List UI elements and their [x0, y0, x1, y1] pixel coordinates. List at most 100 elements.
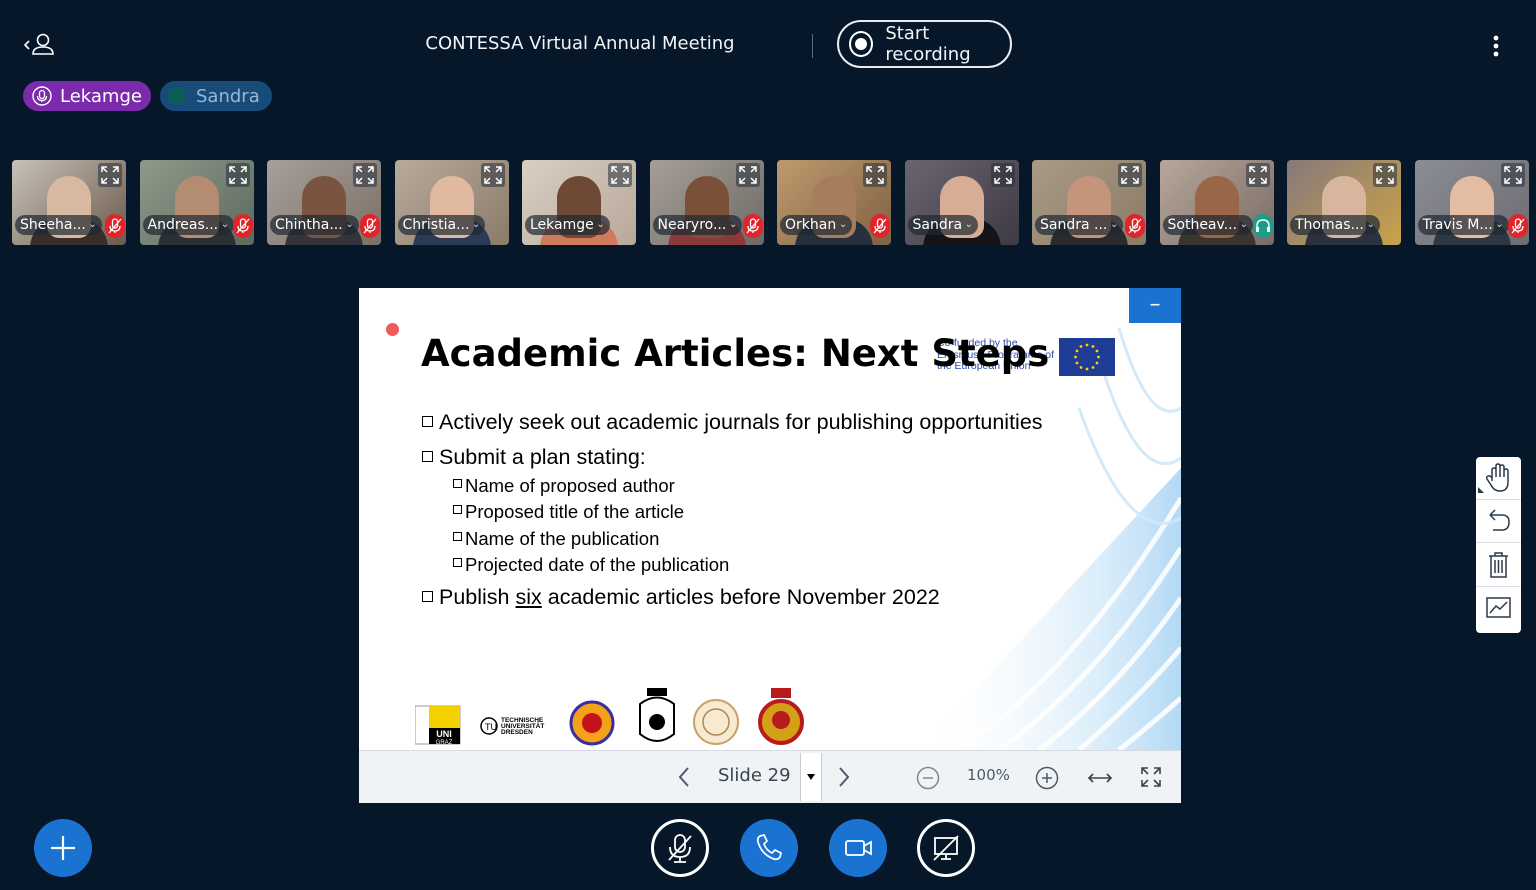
participant-name-dropdown[interactable]: Nearyro... ⌄ — [652, 215, 743, 235]
partner-logos: UNI GRAZ TU TECHNISCHE UNIVERSITÄT DRESD… — [415, 688, 804, 746]
participant-video-tile[interactable]: Orkhan ⌄ — [777, 160, 891, 245]
fit-width-icon[interactable] — [1087, 768, 1113, 792]
participant-name: Sotheav... — [1167, 217, 1238, 233]
webcam-strip: Sheeha... ⌄ Andreas... ⌄ Chintha... ⌄ Christia… — [0, 0, 1536, 250]
expand-icon[interactable] — [1118, 163, 1142, 187]
screen-share-off-icon — [933, 835, 959, 861]
expand-icon[interactable] — [353, 163, 377, 187]
previous-slide-icon[interactable] — [677, 765, 691, 793]
eu-flag-icon — [1059, 338, 1115, 376]
sub-bullet-item: Proposed title of the article — [453, 501, 684, 523]
tu-dresden-logo: TU TECHNISCHE UNIVERSITÄT DRESDEN — [480, 717, 544, 736]
participant-name: Orkhan — [785, 217, 837, 233]
minimize-presentation-button[interactable]: – — [1129, 288, 1181, 323]
svg-text:TU: TU — [485, 722, 497, 732]
participant-name: Christia... — [402, 217, 470, 233]
sub-bullet-item: Projected date of the publication — [453, 554, 729, 576]
expand-icon[interactable] — [98, 163, 122, 187]
zoom-out-icon[interactable] — [916, 766, 940, 794]
pointer-dot — [386, 323, 399, 336]
participant-video-tile[interactable]: Travis M... ⌄ — [1414, 160, 1529, 245]
participant-name: Chintha... — [275, 217, 343, 233]
zoom-in-icon[interactable] — [1035, 766, 1059, 794]
slide-number[interactable]: Slide 29 — [718, 765, 791, 786]
checkbox-bullet-icon — [453, 532, 462, 541]
participant-video-tile[interactable]: Andreas... ⌄ — [139, 160, 254, 245]
actions-plus-button[interactable] — [34, 819, 92, 877]
expand-icon[interactable] — [1373, 163, 1397, 187]
plus-icon — [51, 836, 75, 860]
headphones-icon — [1252, 214, 1273, 238]
chevron-down-icon: ⌄ — [1239, 219, 1249, 230]
zoom-level: 100% — [967, 766, 1010, 784]
participant-video-tile[interactable]: Lekamge ⌄ — [522, 160, 636, 245]
multi-user-whiteboard-icon[interactable] — [1476, 587, 1521, 629]
checkbox-bullet-icon — [422, 591, 433, 602]
unmute-button[interactable] — [651, 819, 709, 877]
participant-name-dropdown[interactable]: Travis M... ⌄ — [1417, 215, 1509, 235]
undo-icon[interactable] — [1476, 500, 1521, 543]
participant-name-dropdown[interactable]: Christia... ⌄ — [397, 215, 486, 235]
participant-name-dropdown[interactable]: Sotheav... ⌄ — [1162, 215, 1254, 235]
participant-name-dropdown[interactable]: Sandra ... ⌄ — [1035, 215, 1124, 235]
participant-video-tile[interactable]: Chintha... ⌄ — [267, 160, 381, 245]
participant-name-dropdown[interactable]: Lekamge ⌄ — [525, 215, 610, 235]
checkbox-bullet-icon — [453, 479, 462, 488]
chevron-down-icon: ⌄ — [88, 219, 97, 230]
participant-video-tile[interactable]: Sandra ... ⌄ — [1032, 160, 1146, 245]
chevron-down-icon: ⌄ — [838, 219, 848, 230]
participant-name: Andreas... — [147, 217, 219, 233]
expand-icon[interactable] — [225, 163, 250, 187]
chevron-down-icon: ⌄ — [1366, 219, 1375, 230]
participant-name: Thomas... — [1295, 217, 1364, 233]
expand-icon[interactable] — [608, 163, 632, 187]
participant-video-tile[interactable]: Sheeha... ⌄ — [12, 160, 126, 245]
participant-name: Nearyro... — [657, 217, 727, 233]
expand-icon[interactable] — [735, 163, 760, 187]
muted-microphone-icon — [1507, 214, 1528, 238]
expand-icon[interactable] — [863, 163, 887, 187]
expand-icon[interactable] — [480, 163, 505, 187]
leave-audio-button[interactable] — [740, 819, 798, 877]
participant-video-tile[interactable]: Sandra ⌄ — [904, 160, 1019, 245]
participant-name-dropdown[interactable]: Chintha... ⌄ — [270, 215, 359, 235]
chevron-down-icon: ⌄ — [596, 219, 605, 230]
expand-icon[interactable] — [1245, 163, 1270, 187]
participant-video-tile[interactable]: Christia... ⌄ — [394, 160, 509, 245]
slide-title: Academic Articles: Next Steps — [421, 332, 1050, 375]
chevron-down-icon: ⌄ — [728, 219, 738, 230]
muted-microphone-icon — [870, 214, 890, 238]
share-screen-button[interactable] — [917, 819, 975, 877]
chevron-down-icon: ⌄ — [220, 219, 230, 230]
checkbox-bullet-icon — [453, 558, 462, 567]
presentation-controls: Slide 29 100% — [359, 750, 1181, 803]
participant-name: Sheeha... — [20, 217, 86, 233]
participant-name-dropdown[interactable]: Andreas... ⌄ — [142, 215, 235, 235]
pan-hand-tool-button[interactable] — [1476, 457, 1521, 500]
participant-video-tile[interactable]: Thomas... ⌄ — [1287, 160, 1401, 245]
university-seal-2 — [639, 688, 675, 742]
muted-microphone-icon — [742, 214, 763, 238]
checkbox-bullet-icon — [453, 505, 462, 514]
fullscreen-icon[interactable] — [1140, 766, 1162, 792]
share-webcam-button[interactable] — [829, 819, 887, 877]
participant-name-dropdown[interactable]: Sandra ⌄ — [907, 215, 979, 235]
expand-icon[interactable] — [990, 163, 1015, 187]
university-seal-3 — [693, 699, 739, 745]
clear-trash-icon[interactable] — [1476, 544, 1521, 587]
muted-microphone-icon — [1125, 214, 1145, 238]
expand-icon[interactable] — [1500, 163, 1525, 187]
slide-select-dropdown[interactable] — [800, 753, 822, 801]
participant-name: Sandra — [912, 217, 963, 233]
participant-video-tile[interactable]: Sotheav... ⌄ — [1159, 160, 1274, 245]
next-slide-icon[interactable] — [837, 765, 851, 793]
participant-name: Lekamge — [530, 217, 594, 233]
muted-microphone-icon — [105, 214, 125, 238]
participant-name-dropdown[interactable]: Thomas... ⌄ — [1290, 215, 1380, 235]
participant-name-dropdown[interactable]: Orkhan ⌄ — [780, 215, 853, 235]
bullet-item: Actively seek out academic journals for … — [422, 410, 1043, 435]
participant-name-dropdown[interactable]: Sheeha... ⌄ — [15, 215, 102, 235]
whiteboard-toolbar — [1476, 457, 1521, 633]
checkbox-bullet-icon — [422, 451, 433, 462]
participant-video-tile[interactable]: Nearyro... ⌄ — [649, 160, 764, 245]
